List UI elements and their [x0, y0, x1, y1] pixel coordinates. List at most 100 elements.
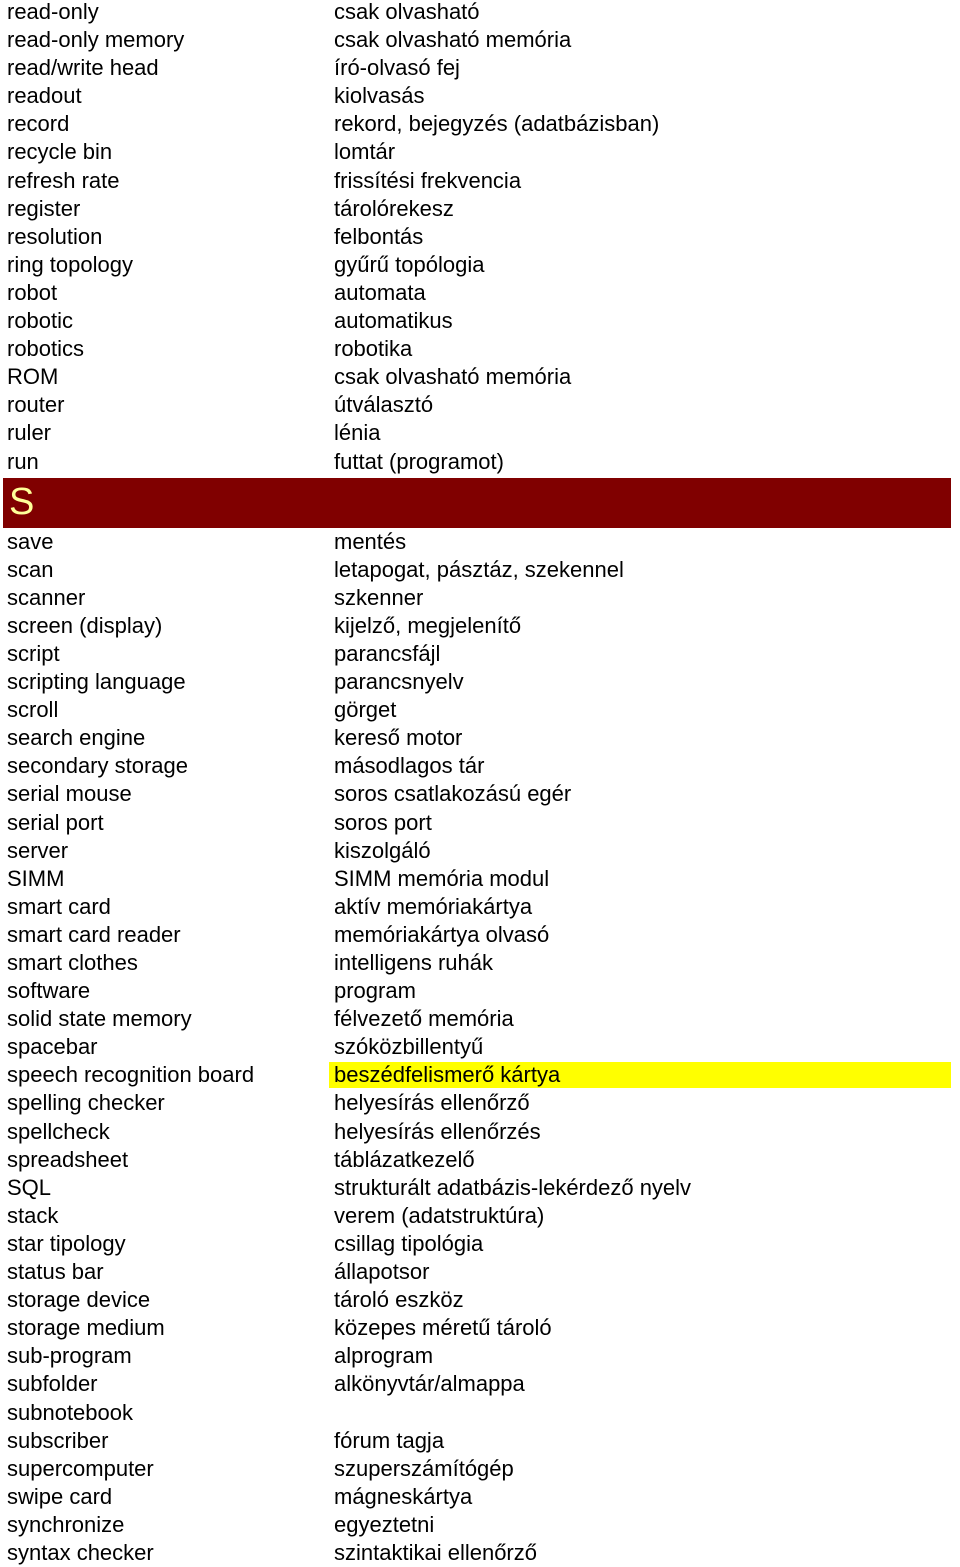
glossary-row: scan letapogat, pásztáz, szekennel: [0, 556, 960, 584]
hungarian-translation: memóriakártya olvasó: [334, 921, 550, 947]
hungarian-translation: csak olvasható memória: [334, 27, 572, 53]
glossary-row: search engine kereső motor: [0, 724, 960, 752]
glossary-row: resolution felbontás: [0, 223, 960, 251]
english-term: SQL: [7, 1174, 52, 1200]
glossary-row: spelling checker helyesírás ellenőrző: [0, 1089, 960, 1117]
english-term: status bar: [7, 1259, 104, 1285]
hungarian-translation: csak olvasható memória: [334, 364, 572, 390]
hungarian-translation: SIMM memória modul: [334, 865, 550, 891]
hungarian-translation: lénia: [334, 420, 381, 446]
english-term: router: [7, 392, 65, 418]
glossary-row: smart card aktív memóriakártya: [0, 893, 960, 921]
glossary-row: serial port soros port: [0, 809, 960, 837]
hungarian-translation: aktív memóriakártya: [334, 893, 533, 919]
glossary-row: read/write head író-olvasó fej: [0, 54, 960, 82]
glossary-row: synchronize egyeztetni: [0, 1511, 960, 1539]
hungarian-translation: mentés: [334, 528, 407, 554]
hungarian-translation: csak olvasható: [334, 0, 480, 24]
hungarian-translation: soros csatlakozású egér: [334, 781, 572, 807]
english-term: scripting language: [7, 669, 186, 695]
hungarian-translation: felbontás: [334, 223, 424, 249]
glossary-row: register tárolórekesz: [0, 195, 960, 223]
english-term: recycle bin: [7, 139, 113, 165]
glossary-row: read-only csak olvasható: [0, 0, 960, 26]
hungarian-translation: szóközbillentyű: [334, 1034, 484, 1060]
hungarian-translation: szintaktikai ellenőrző: [334, 1539, 537, 1565]
glossary-row: scanner szkenner: [0, 584, 960, 612]
english-term: secondary storage: [7, 753, 188, 779]
hungarian-translation: lomtár: [334, 139, 396, 165]
section-header-s: S: [3, 477, 951, 528]
hungarian-translation: táblázatkezelő: [334, 1146, 475, 1172]
english-term: register: [7, 195, 81, 221]
glossary-row: save mentés: [0, 528, 960, 556]
hungarian-translation: verem (adatstruktúra): [334, 1202, 545, 1228]
hungarian-translation: alprogram: [334, 1343, 434, 1369]
hungarian-translation: program: [334, 978, 416, 1004]
glossary-row: ring topology gyűrű topólogia: [0, 251, 960, 279]
english-term: spreadsheet: [7, 1146, 129, 1172]
hungarian-translation: kereső motor: [334, 725, 463, 751]
english-term: run: [7, 448, 39, 474]
english-term: subnotebook: [7, 1399, 133, 1425]
hungarian-translation: frissítési frekvencia: [334, 167, 522, 193]
glossary-row: subscriber fórum tagja: [0, 1427, 960, 1455]
english-term: read-only memory: [7, 27, 185, 53]
english-term: read-only: [7, 0, 99, 24]
glossary-row: spacebar szóközbillentyű: [0, 1033, 960, 1061]
glossary-row: status bar állapotsor: [0, 1258, 960, 1286]
english-term: SIMM: [7, 865, 65, 891]
glossary-row: star tipology csillag tipológia: [0, 1230, 960, 1258]
glossary-row: SIMM SIMM memória modul: [0, 865, 960, 893]
english-term: subfolder: [7, 1371, 98, 1397]
english-term: ROM: [7, 364, 59, 390]
hungarian-translation: rekord, bejegyzés (adatbázisban): [334, 111, 660, 137]
hungarian-translation: automata: [334, 279, 426, 305]
english-term: synchronize: [7, 1511, 125, 1537]
glossary-row: stack verem (adatstruktúra): [0, 1202, 960, 1230]
english-term: sub-program: [7, 1343, 132, 1369]
hungarian-translation: útválasztó: [334, 392, 434, 418]
english-term: smart clothes: [7, 950, 138, 975]
hungarian-translation: tároló eszköz: [334, 1287, 464, 1313]
hungarian-translation: kijelző, megjelenítő: [334, 612, 522, 638]
hungarian-translation: soros port: [334, 809, 432, 835]
hungarian-translation: tárolórekesz: [334, 195, 454, 221]
glossary-row: syntax checker szintaktikai ellenőrző: [0, 1539, 960, 1567]
english-term: speech recognition board: [7, 1062, 255, 1088]
glossary-row: subfolder alkönyvtár/almappa: [0, 1370, 960, 1398]
english-term: record: [7, 111, 70, 137]
english-term: robot: [7, 279, 58, 305]
glossary-row: read-only memory csak olvasható memória: [0, 26, 960, 54]
glossary-row: SQL strukturált adatbázis-lekérdező nyelv: [0, 1174, 960, 1202]
english-term: spellcheck: [7, 1118, 110, 1144]
english-term: scroll: [7, 697, 59, 723]
english-term: server: [7, 837, 69, 863]
glossary-group-r: read-only csak olvasható read-only memory c…: [0, 0, 960, 476]
hungarian-translation: beszédfelismerő kártya: [334, 1062, 561, 1088]
glossary-row: run futtat (programot): [0, 448, 960, 476]
english-term: spelling checker: [7, 1090, 165, 1116]
hungarian-translation: csillag tipológia: [334, 1230, 484, 1256]
glossary-row: serial mouse soros csatlakozású egér: [0, 780, 960, 808]
glossary-row: storage device tároló eszköz: [0, 1286, 960, 1314]
english-term: software: [7, 978, 91, 1004]
hungarian-translation: író-olvasó fej: [334, 55, 460, 81]
glossary-row: swipe card mágneskártya: [0, 1483, 960, 1511]
glossary-row: readout kiolvasás: [0, 82, 960, 110]
glossary-row: scroll görget: [0, 696, 960, 724]
hungarian-translation: másodlagos tár: [334, 753, 485, 779]
english-term: serial port: [7, 809, 104, 835]
hungarian-translation: helyesírás ellenőrző: [334, 1090, 530, 1116]
english-term: stack: [7, 1202, 59, 1228]
glossary-row: robot automata: [0, 279, 960, 307]
glossary-group-s: save mentés scan letapogat, pásztáz, szeken…: [0, 528, 960, 1567]
english-term: supercomputer: [7, 1455, 154, 1481]
hungarian-translation: gyűrű topólogia: [334, 251, 485, 277]
glossary-row: spreadsheet táblázatkezelő: [0, 1146, 960, 1174]
english-term: smart card reader: [7, 921, 181, 947]
glossary-row: sub-program alprogram: [0, 1342, 960, 1370]
english-term: subscriber: [7, 1427, 109, 1453]
hungarian-translation: kiszolgáló: [334, 837, 431, 863]
hungarian-translation: intelligens ruhák: [334, 950, 493, 975]
